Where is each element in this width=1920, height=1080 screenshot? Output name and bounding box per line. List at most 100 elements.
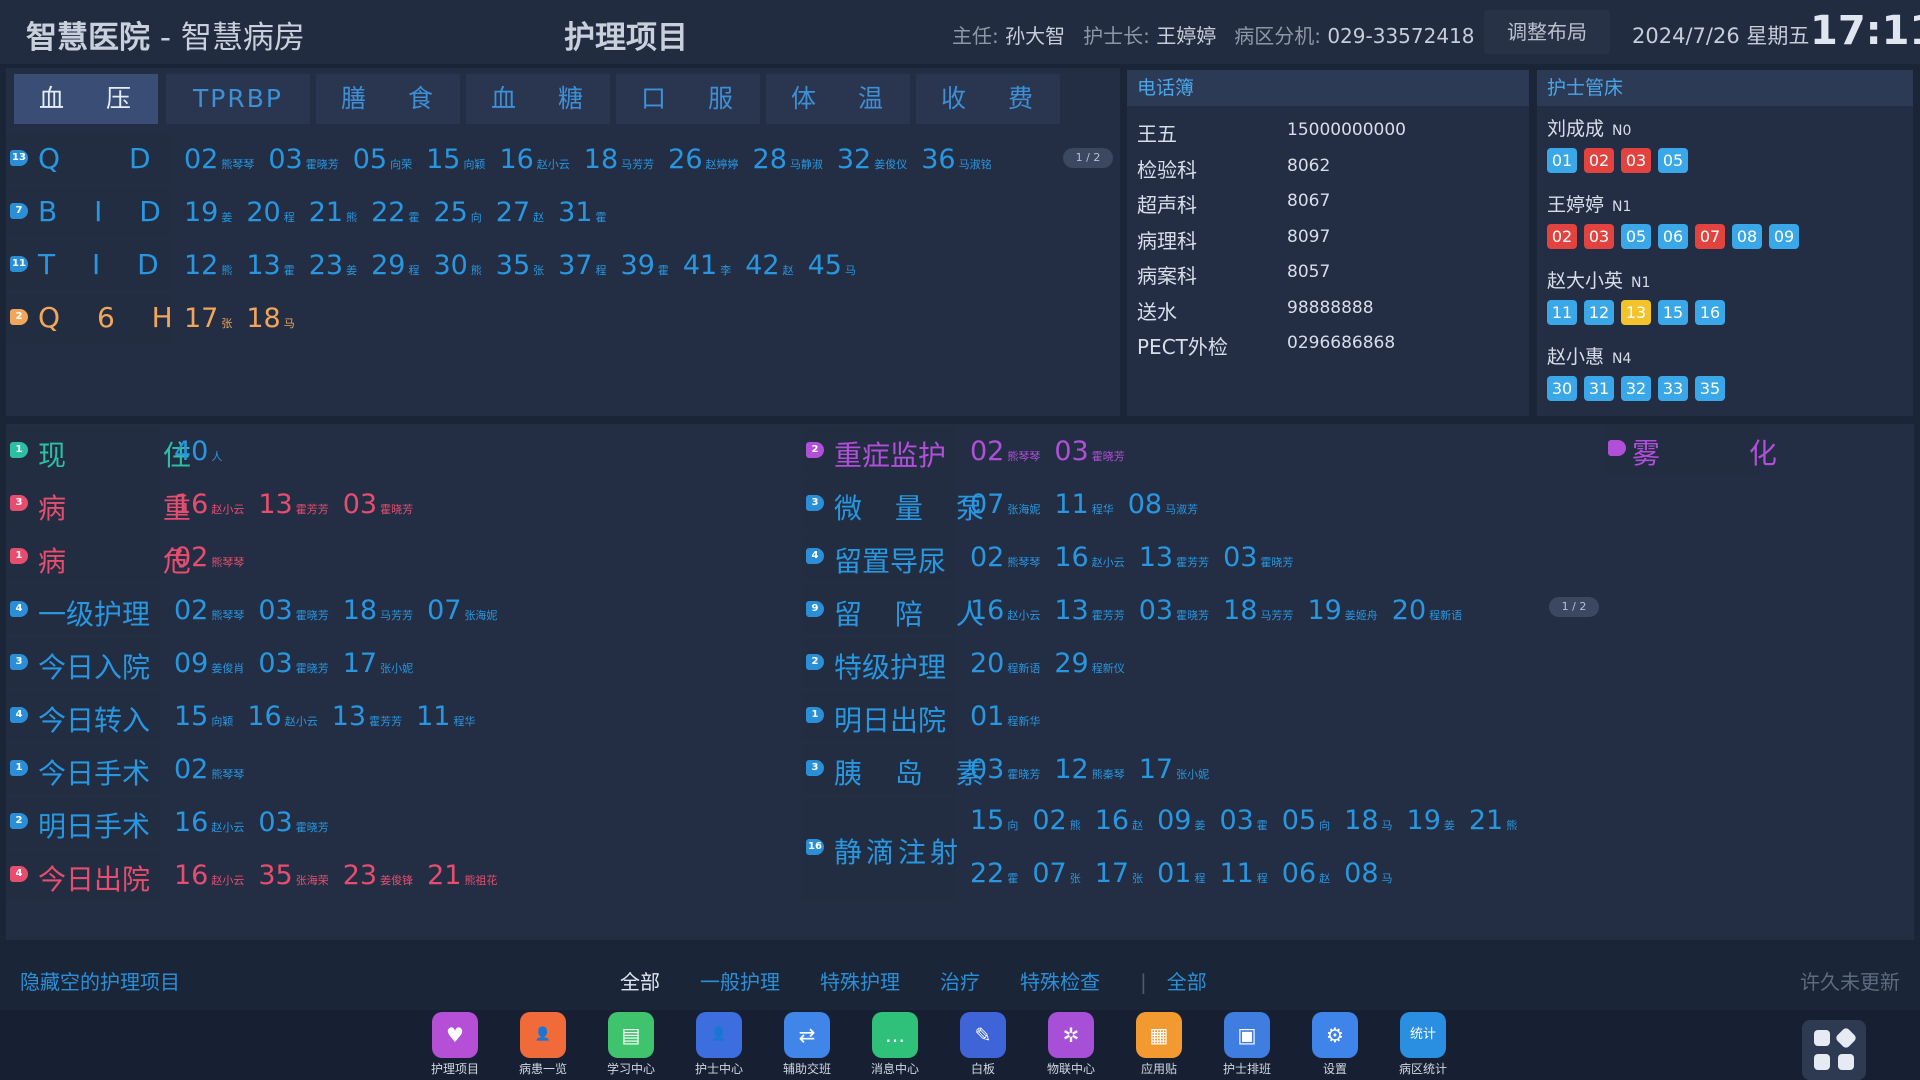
bed-item[interactable]: 18 马芳芳 <box>1223 595 1293 626</box>
row-label[interactable]: 2Q 6 H <box>6 293 173 343</box>
row-label[interactable]: 1 明日出院 <box>802 691 956 741</box>
tab-1[interactable]: TPRBP <box>166 74 310 124</box>
bed-item[interactable]: 02 熊琴琴 <box>174 595 244 626</box>
bed-chip[interactable]: 30 <box>1547 376 1577 401</box>
row-label[interactable]: 16 静滴注射 <box>802 797 958 900</box>
dock-app-5[interactable]: … 消息中心 <box>860 1012 930 1077</box>
bed-item[interactable]: 37 程 <box>558 250 606 281</box>
bed-item[interactable]: 35 张 <box>496 250 544 281</box>
bed-item[interactable]: 29 程 <box>371 250 419 281</box>
bed-item[interactable]: 13 霍芳芳 <box>1054 595 1124 626</box>
row-label[interactable]: 9留 陪 人 <box>802 585 984 635</box>
bed-item[interactable]: 17 张 <box>184 303 232 334</box>
app-grid-icon[interactable] <box>1802 1020 1866 1080</box>
filter-all-2[interactable]: 全部 <box>1167 970 1207 994</box>
bed-item[interactable]: 19 姜 <box>184 197 232 228</box>
bed-item[interactable]: 06 赵 <box>1282 858 1330 889</box>
bed-item[interactable]: 36 马淑铭 <box>921 144 991 175</box>
bed-item[interactable]: 17 张小妮 <box>343 648 413 679</box>
bed-item[interactable]: 12 熊秦琴 <box>1054 754 1124 785</box>
dock-app-3[interactable]: 👤 护士中心 <box>684 1012 754 1077</box>
dock-app-4[interactable]: ⇄ 辅助交班 <box>772 1012 842 1077</box>
bed-chip[interactable]: 03 <box>1584 224 1614 249</box>
bed-item[interactable]: 27 赵 <box>496 197 544 228</box>
row-label[interactable]: 4 今日出院 <box>6 850 160 900</box>
bed-chip[interactable]: 05 <box>1658 148 1688 173</box>
bed-item[interactable]: 17 张小妮 <box>1139 754 1209 785</box>
bed-chip[interactable]: 06 <box>1658 224 1688 249</box>
row-label[interactable]: 11 T I D <box>6 240 170 290</box>
row-label[interactable]: 7B I D <box>6 187 170 237</box>
bed-item[interactable]: 02 熊琴琴 <box>184 144 254 175</box>
bed-chip[interactable]: 33 <box>1658 376 1688 401</box>
phone-entry[interactable]: PECT外检 0296686868 <box>1137 331 1395 360</box>
bed-item[interactable]: 15 向颖 <box>174 701 233 732</box>
bed-item[interactable]: 18 马 <box>246 303 294 334</box>
bed-item[interactable]: 16 赵小云 <box>970 595 1040 626</box>
bed-item[interactable]: 03 霍晓芳 <box>1223 542 1293 573</box>
bed-item[interactable]: 28 马静淑 <box>753 144 823 175</box>
dock-app-1[interactable]: 👤 病患一览 <box>508 1012 578 1077</box>
bed-item[interactable]: 03 霍晓芳 <box>1139 595 1209 626</box>
bed-item[interactable]: 32 姜俊仪 <box>837 144 907 175</box>
bp-pager[interactable]: 1 / 2 <box>1063 148 1113 168</box>
bed-chip[interactable]: 02 <box>1584 148 1614 173</box>
phone-entry[interactable]: 检验科 8062 <box>1137 154 1330 183</box>
bed-item[interactable]: 20 程新语 <box>1392 595 1462 626</box>
tab-0[interactable]: 血压 <box>14 74 158 124</box>
bed-item[interactable]: 01 程 <box>1157 858 1205 889</box>
filter-1[interactable]: 一般护理 <box>700 970 780 994</box>
dock-app-8[interactable]: ▦ 应用贴 <box>1124 1012 1194 1077</box>
bed-item[interactable]: 03 霍晓芳 <box>258 807 328 838</box>
bed-chip[interactable]: 01 <box>1547 148 1577 173</box>
bed-item[interactable]: 40 人 <box>174 436 222 467</box>
bed-item[interactable]: 22 霍 <box>371 197 419 228</box>
row-label[interactable]: 3病 重 <box>6 479 191 529</box>
bed-item[interactable]: 12 熊 <box>184 250 232 281</box>
bed-item[interactable]: 11 程华 <box>416 701 475 732</box>
bed-item[interactable]: 16 赵小云 <box>174 860 244 891</box>
adjust-layout-button[interactable]: 调整布局 <box>1484 10 1610 54</box>
bed-item[interactable]: 11 程 <box>1219 858 1267 889</box>
dock-app-2[interactable]: ▤ 学习中心 <box>596 1012 666 1077</box>
bed-chip[interactable]: 13 <box>1621 300 1651 325</box>
bed-item[interactable]: 11 程华 <box>1054 489 1113 520</box>
bed-item[interactable]: 03 霍晓芳 <box>1054 436 1124 467</box>
row-label[interactable]: 3胰 岛 素 <box>802 744 984 794</box>
bed-item[interactable]: 16 赵小云 <box>499 144 569 175</box>
bed-item[interactable]: 21 熊祖花 <box>427 860 497 891</box>
filter-3[interactable]: 治疗 <box>940 970 980 994</box>
bed-chip[interactable]: 12 <box>1584 300 1614 325</box>
row-label[interactable]: 1病 危 <box>6 532 191 582</box>
bed-item[interactable]: 25 向 <box>433 197 481 228</box>
bed-item[interactable]: 13 霍芳芳 <box>332 701 402 732</box>
phone-entry[interactable]: 王五 15000000000 <box>1137 118 1406 147</box>
bed-item[interactable]: 02 熊琴琴 <box>174 542 244 573</box>
tab-2[interactable]: 膳食 <box>316 74 460 124</box>
bed-item[interactable]: 39 霍 <box>621 250 669 281</box>
bed-item[interactable]: 17 张 <box>1095 858 1143 889</box>
bed-chip[interactable]: 08 <box>1732 224 1762 249</box>
bed-item[interactable]: 21 熊 <box>309 197 357 228</box>
row-label[interactable]: 4 今日转入 <box>6 691 160 741</box>
bed-item[interactable]: 18 马芳芳 <box>343 595 413 626</box>
bed-item[interactable]: 08 马淑芳 <box>1128 489 1198 520</box>
tab-3[interactable]: 血糖 <box>466 74 610 124</box>
dock-app-0[interactable]: ♥ 护理项目 <box>420 1012 490 1077</box>
bed-item[interactable]: 01 程新华 <box>970 701 1040 732</box>
bed-item[interactable]: 16 赵小云 <box>174 807 244 838</box>
bed-item[interactable]: 16 赵小云 <box>1054 542 1124 573</box>
row-label[interactable]: 2 重症监护 <box>802 426 956 476</box>
row-label[interactable]: 3微 量 泵 <box>802 479 984 529</box>
row-label[interactable]: 4 一级护理 <box>6 585 160 635</box>
phone-entry[interactable]: 病案科 8057 <box>1137 260 1330 289</box>
row-label[interactable]: 2 明日手术 <box>6 797 160 847</box>
bed-item[interactable]: 16 赵小云 <box>247 701 317 732</box>
bed-item[interactable]: 13 霍芳芳 <box>1139 542 1209 573</box>
hide-empty-toggle[interactable]: 隐藏空的护理项目 <box>20 966 180 995</box>
bed-item[interactable]: 15 向颖 <box>426 144 485 175</box>
bed-item[interactable]: 02 熊 <box>1032 805 1080 836</box>
bed-item[interactable]: 16 赵小云 <box>174 489 244 520</box>
care-pager[interactable]: 1 / 2 <box>1549 597 1599 617</box>
bed-item[interactable]: 13 霍 <box>246 250 294 281</box>
